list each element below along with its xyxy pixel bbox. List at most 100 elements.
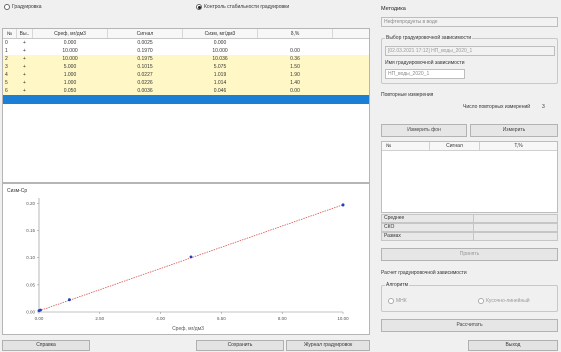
radio-mnk-dot[interactable] (388, 298, 394, 304)
cell-cref: 5.000 (63, 64, 77, 70)
cell-cmeas: 5.075 (213, 64, 227, 70)
name-field[interactable]: НП_воды_2020_1 (385, 69, 465, 79)
col-header-signal[interactable]: Сигнал (108, 29, 183, 38)
table-row-selected-empty[interactable] (3, 95, 369, 104)
stat-mean-label: Среднее (381, 214, 474, 223)
col-header-num[interactable]: № (3, 29, 17, 38)
cell-num: 2 (5, 56, 8, 62)
radio-mnk[interactable]: МНК (388, 298, 407, 304)
method-section-title: Методика (381, 6, 406, 12)
calibration-select[interactable]: [02.03.2021 17:12] НП_воды_2020_1 (385, 46, 555, 56)
measure-bg-button[interactable]: Измерить фон (381, 124, 467, 137)
radio-stability-dot[interactable] (196, 4, 202, 10)
list-col-num: № (382, 142, 430, 150)
cell-cref: 0.000 (63, 40, 77, 46)
table-row[interactable]: 2 + 10.000 0.1975 10.036 0.36 (3, 55, 369, 63)
radio-robust[interactable]: Кусочно-линейный (478, 298, 530, 304)
cell-signal: 0.1970 (137, 48, 153, 54)
measurement-list-header: № Сигнал Т,% (382, 142, 557, 151)
table-row[interactable]: 3 + 5.000 0.1015 5.075 1.50 (3, 63, 369, 71)
help-button[interactable]: Справка (2, 340, 90, 351)
radio-calibration-label: Градуировка (12, 4, 42, 10)
cell-signal: 0.1975 (137, 56, 153, 62)
table-header: № Вы.. Cреф, мг/дм3 Сигнал Сизм, мг/дм3 … (3, 29, 369, 39)
cell-select[interactable]: + (17, 39, 33, 47)
x-tick-label: 2.50 (95, 316, 104, 321)
radio-mnk-label: МНК (396, 298, 407, 304)
cell-select[interactable]: + (17, 47, 33, 55)
cell-num: 0 (5, 40, 8, 46)
col-header-cmeas[interactable]: Сизм, мг/дм3 (183, 29, 258, 38)
cell-cref: 0.050 (63, 88, 77, 94)
y-tick-label: 0.15 (26, 228, 35, 233)
algorithm-label: Алгоритм (385, 282, 410, 288)
name-label: Имя градуировочной зависимости (385, 60, 465, 66)
cell-cmeas: 10.000 (212, 48, 228, 54)
x-tick-label: 10.00 (337, 316, 349, 321)
cell-num: 3 (5, 64, 8, 70)
accept-button[interactable]: Принять (381, 248, 558, 261)
cell-signal: 0.0036 (137, 88, 153, 94)
data-point (68, 298, 71, 302)
cell-select[interactable]: + (17, 71, 33, 79)
cell-num: 6 (5, 88, 8, 94)
cell-select[interactable]: + (17, 55, 33, 63)
cell-delta: 1.50 (290, 64, 300, 70)
radio-robust-dot[interactable] (478, 298, 484, 304)
cell-cref: 10.000 (62, 48, 78, 54)
calculate-button[interactable]: Рассчитать (381, 319, 558, 332)
cell-delta: 1.90 (290, 72, 300, 78)
cell-cref: 10.000 (62, 56, 78, 62)
col-header-delta[interactable]: δ,% (258, 29, 333, 38)
table-row[interactable]: 4 + 1.000 0.0227 1.019 1.90 (3, 71, 369, 79)
cell-delta: 0.00 (290, 88, 300, 94)
col-header-select[interactable]: Вы.. (17, 29, 33, 38)
list-col-t: Т,% (514, 143, 523, 149)
cell-select[interactable]: + (17, 79, 33, 87)
cell-select[interactable]: + (17, 87, 33, 95)
cell-cmeas: 0.000 (213, 40, 227, 46)
method-field[interactable]: Нефтепродукты в воде (381, 17, 558, 27)
chart-xlabel: Cреф, мг/дм3 (172, 326, 204, 332)
x-tick-label: 8.00 (278, 316, 287, 321)
table-row[interactable]: 0 + 0.000 0.0025 0.000 (3, 39, 369, 47)
cell-cmeas: 10.036 (212, 56, 228, 62)
radio-calibration-dot[interactable] (4, 4, 10, 10)
data-point (39, 308, 42, 312)
y-tick-label: 0.05 (26, 282, 35, 287)
table-row[interactable]: 5 + 1.000 0.0226 1.014 1.40 (3, 79, 369, 87)
radio-stability[interactable]: Контроль стабильности градуировки (196, 4, 289, 10)
chart-axes: 0.00 2.50 4.00 6.50 8.00 10.00 0.00 0.05 0.10 0.1… (26, 198, 349, 321)
cell-cref: 1.000 (63, 80, 77, 86)
table-row[interactable]: 1 + 10.000 0.1970 10.000 0.00 (3, 47, 369, 55)
stat-range-label: Размах (381, 232, 474, 241)
cell-signal: 0.0227 (137, 72, 153, 78)
main-window: Градуировка Контроль стабильности градуи… (0, 0, 561, 352)
chart-canvas: Cизм-Cр 0.00 2.50 4.00 6.50 8.00 10.000.000.0… (7, 188, 349, 332)
y-tick-label: 0.20 (26, 201, 35, 206)
radio-robust-label: Кусочно-линейный (486, 298, 530, 304)
cell-cmeas: 1.019 (213, 72, 227, 78)
calibration-chart: Cизм-Cр 0.00 2.50 4.00 6.50 8.00 10.00 0.00 0.0… (2, 183, 370, 335)
calibration-table[interactable]: № Вы.. Cреф, мг/дм3 Сигнал Сизм, мг/дм3 … (2, 28, 370, 183)
measure-button[interactable]: Измерить (470, 124, 558, 137)
chart-title: Cизм-Cр (7, 188, 27, 194)
measurement-list[interactable]: № Сигнал Т,% (381, 141, 558, 213)
table-row[interactable]: 6 + 0.050 0.0036 0.046 0.00 (3, 87, 369, 95)
parallel-value[interactable]: 3 (542, 104, 545, 110)
algorithm-group (381, 285, 558, 312)
save-button[interactable]: Сохранить (196, 340, 284, 351)
stat-mean-value (474, 214, 558, 223)
cell-select[interactable]: + (17, 63, 33, 71)
cell-num: 1 (5, 48, 8, 54)
journal-button[interactable]: Журнал градуировок (286, 340, 370, 351)
cell-signal: 0.0226 (137, 80, 153, 86)
stat-sko-row: СКО (381, 223, 558, 232)
exit-button[interactable]: Выход (468, 340, 558, 351)
cell-num: 5 (5, 80, 8, 86)
x-tick-label: 4.00 (156, 316, 165, 321)
radio-stability-label: Контроль стабильности градуировки (204, 4, 290, 10)
radio-calibration[interactable]: Градуировка (4, 4, 42, 10)
x-tick-label: 0.00 (35, 316, 44, 321)
col-header-cref[interactable]: Cреф, мг/дм3 (33, 29, 108, 38)
